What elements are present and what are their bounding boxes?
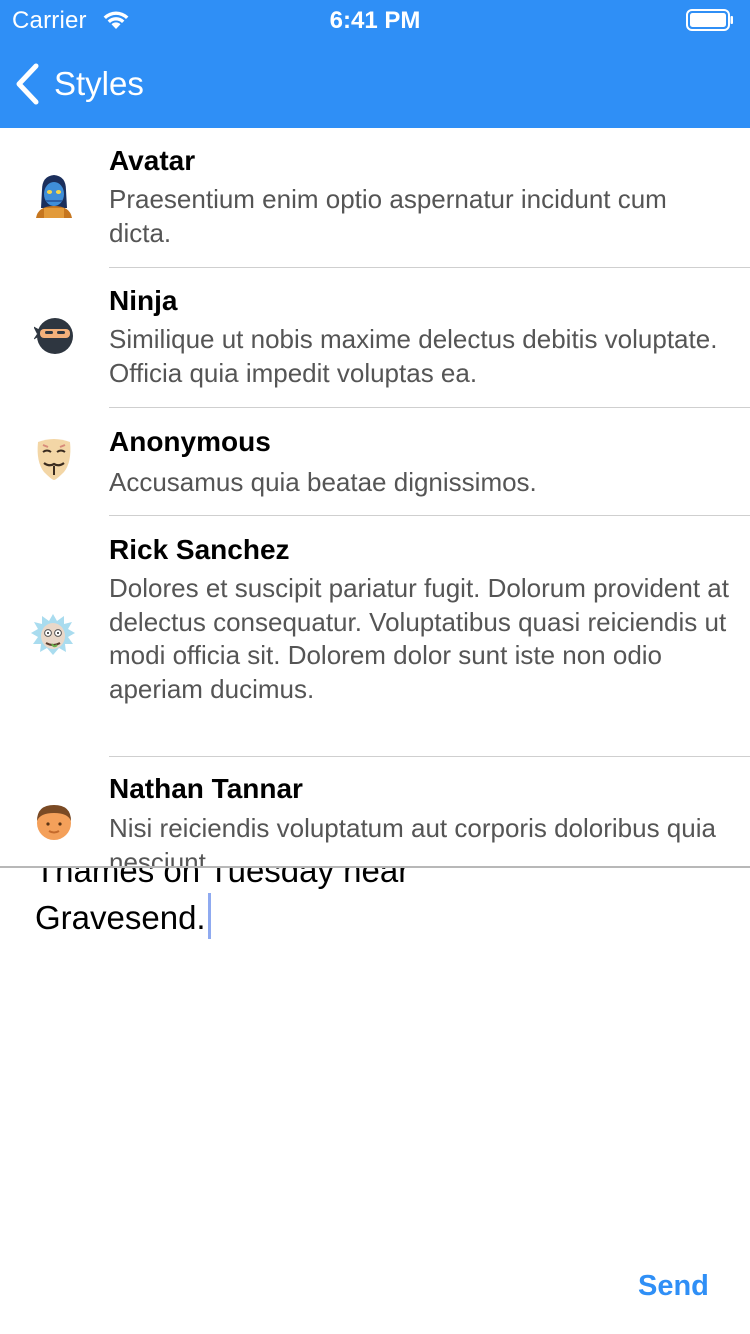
text-cursor <box>207 893 211 939</box>
top-bar: Carrier 6:41 PM Styles <box>0 0 750 128</box>
list-item[interactable]: Rick Sanchez Dolores et suscipit pariatu… <box>0 516 750 757</box>
list-item[interactable]: Avatar Praesentium enim optio aspernatur… <box>0 128 750 268</box>
list-item[interactable]: Ninja Similique ut nobis maxime delectus… <box>0 268 750 408</box>
item-title: Rick Sanchez <box>109 534 290 565</box>
message-text: Thames on Tuesday near Gravesend. <box>35 868 410 936</box>
anonymous-mask-icon <box>37 439 71 480</box>
conversation-list[interactable]: Avatar Praesentium enim optio aspernatur… <box>0 128 750 866</box>
item-title: Anonymous <box>109 426 271 457</box>
status-bar: Carrier 6:41 PM <box>0 0 750 40</box>
back-button[interactable]: Styles <box>14 60 144 108</box>
navigation-bar: Styles <box>0 40 750 128</box>
item-title: Ninja <box>109 285 178 316</box>
person-icon <box>37 805 71 840</box>
rick-sanchez-icon <box>31 614 75 655</box>
item-body: Accusamus quia beatae dignissimos. <box>109 467 537 497</box>
item-title: Avatar <box>109 145 196 176</box>
message-text-view[interactable]: Thames on Tuesday near Gravesend. <box>35 868 595 940</box>
list-item[interactable]: Anonymous Accusamus quia beatae dignissi… <box>0 408 750 516</box>
item-body: Dolores et suscipit pariatur fugit. Dolo… <box>109 573 729 704</box>
item-body: Nisi reiciendis voluptatum aut corporis … <box>109 813 716 866</box>
list-item[interactable]: Nathan Tannar Nisi reiciendis voluptatum… <box>0 757 750 866</box>
battery-icon <box>686 9 733 31</box>
message-input-bar[interactable]: Thames on Tuesday near Gravesend. Send <box>0 868 750 1334</box>
ninja-icon <box>34 318 73 354</box>
item-title: Nathan Tannar <box>109 773 303 804</box>
item-body: Praesentium enim optio aspernatur incidu… <box>109 184 667 248</box>
avatar-icon <box>36 175 72 218</box>
back-button-label: Styles <box>54 65 144 102</box>
send-button[interactable]: Send <box>638 1270 709 1303</box>
item-body: Similique ut nobis maxime delectus debit… <box>109 324 718 388</box>
status-time: 6:41 PM <box>329 7 421 34</box>
chevron-left-icon <box>16 63 39 105</box>
